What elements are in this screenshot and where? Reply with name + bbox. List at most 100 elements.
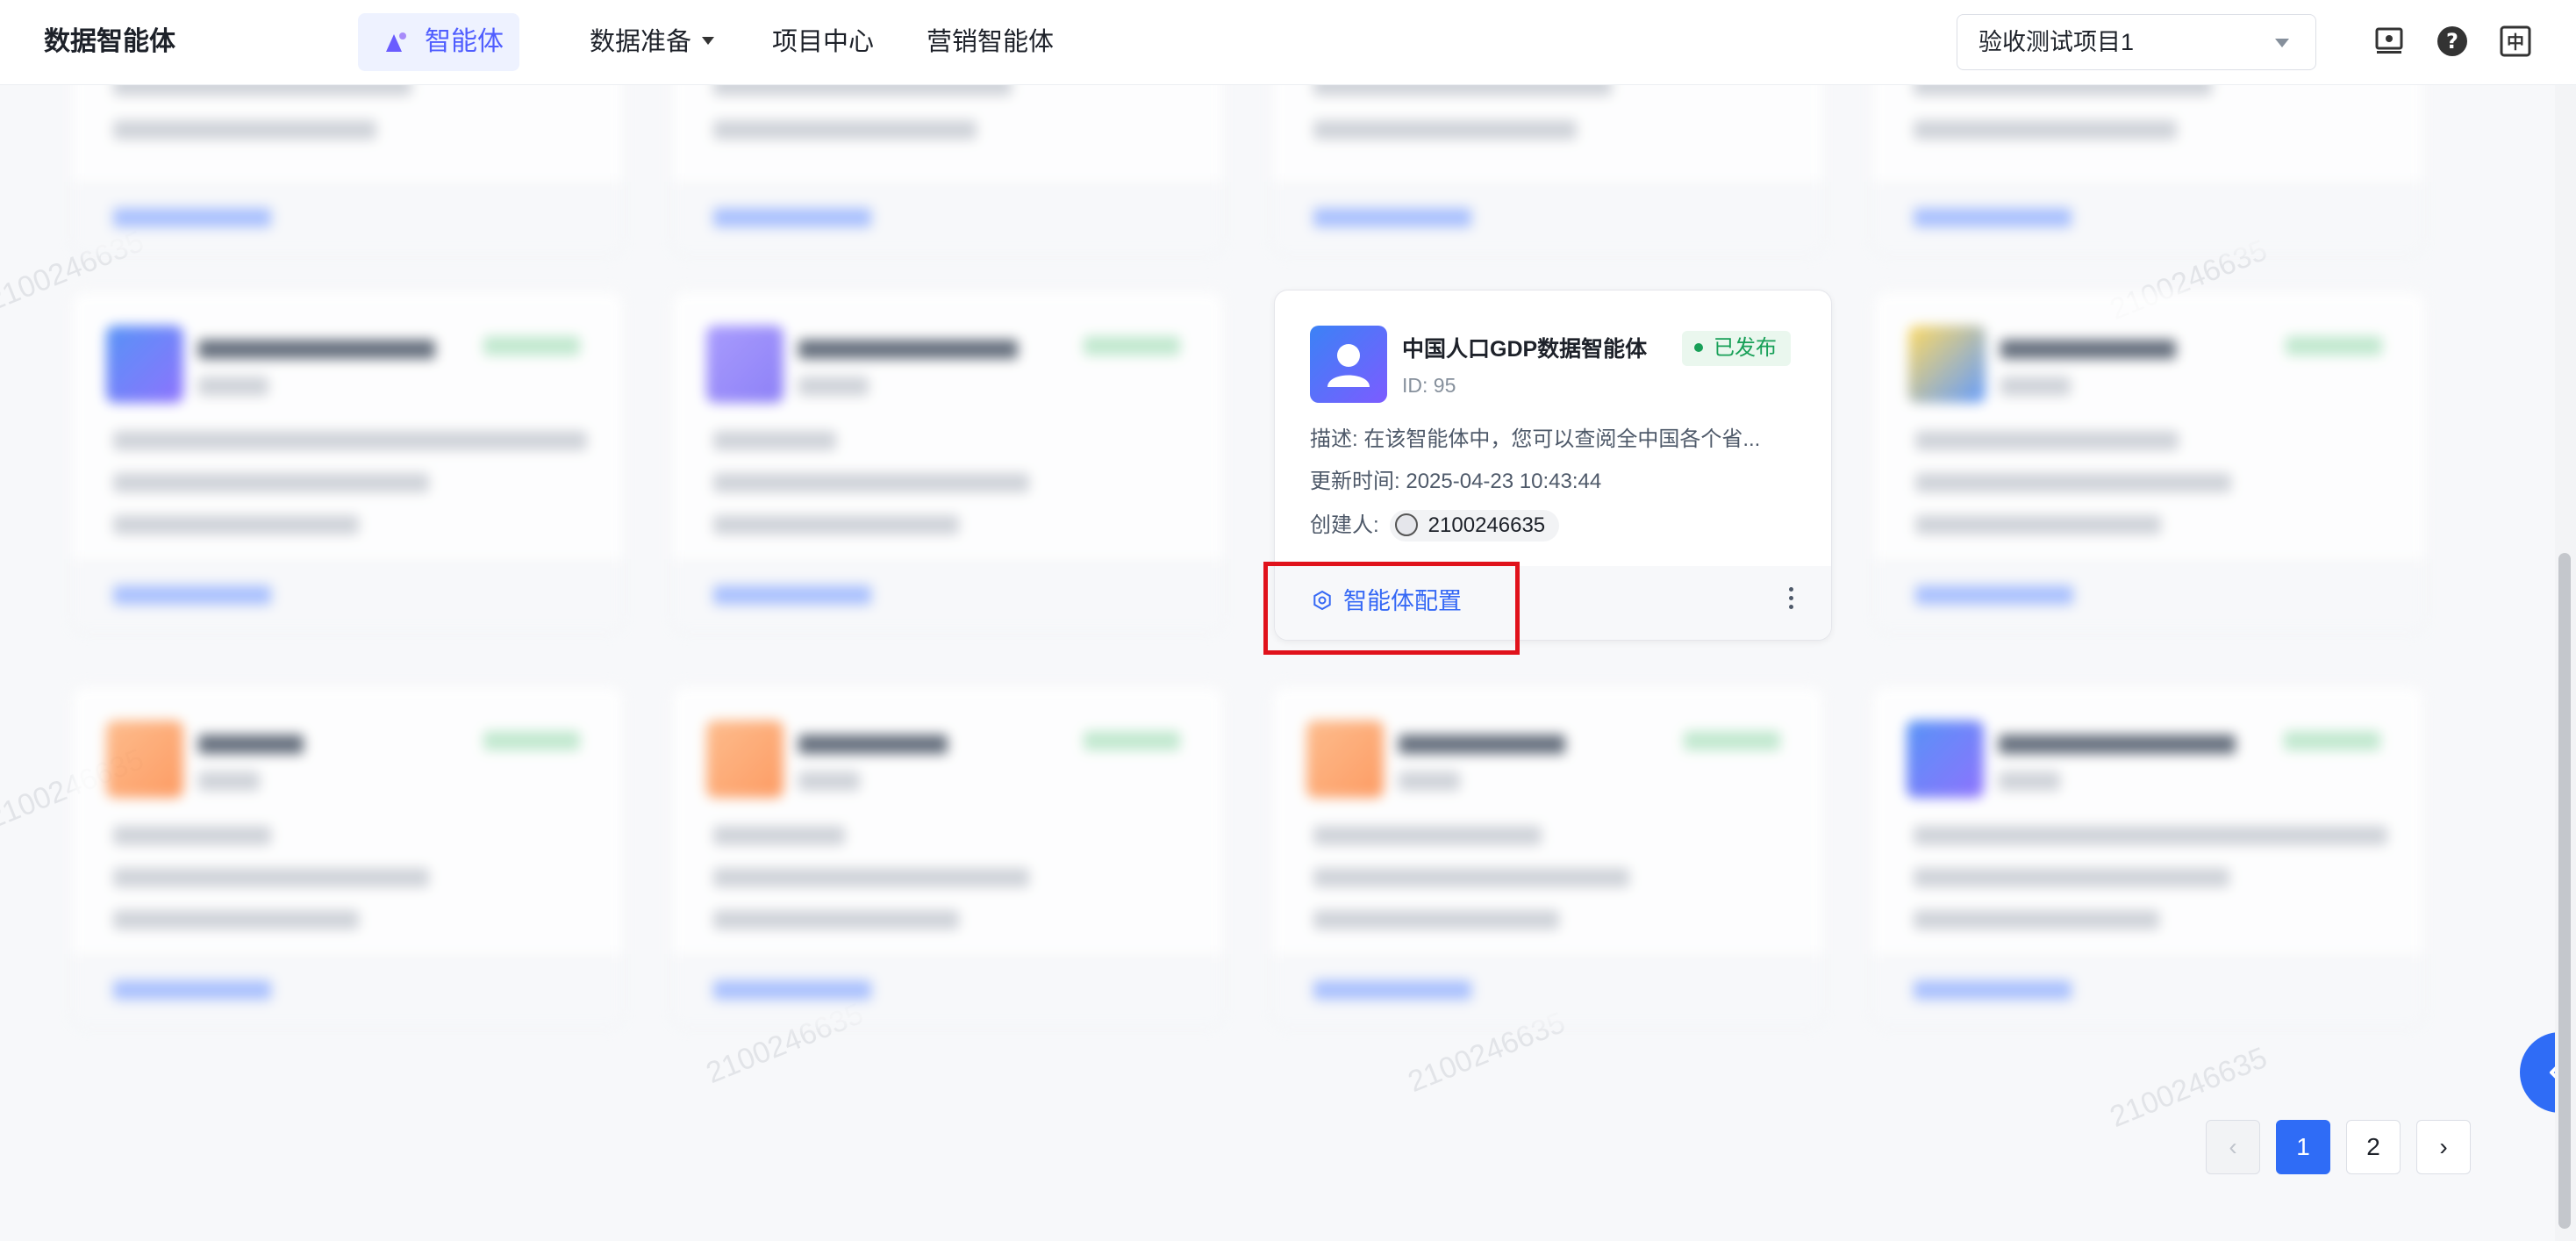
card-config-button[interactable]	[113, 980, 271, 1000]
chevron-down-icon	[2275, 39, 2289, 47]
card-creator-line	[713, 515, 959, 534]
monitor-settings-icon[interactable]	[2372, 25, 2406, 58]
card-config-button[interactable]	[1914, 980, 2072, 1000]
status-badge	[483, 731, 580, 750]
card-footer	[1873, 559, 2426, 633]
agent-avatar	[106, 721, 183, 798]
card-config-button[interactable]	[1914, 208, 2072, 227]
agent-card[interactable]	[670, 685, 1225, 1029]
agent-card[interactable]	[1270, 685, 1825, 1029]
card-title	[198, 735, 304, 754]
card-id	[198, 771, 260, 791]
user-silhouette-icon	[1327, 344, 1370, 387]
card-config-button[interactable]	[113, 585, 271, 605]
creator-label: 创建人:	[1310, 513, 1379, 537]
card-config-button[interactable]	[713, 980, 871, 1000]
card-creator-line	[1313, 120, 1577, 140]
updated-value: 2025-04-23 10:43:44	[1406, 470, 1602, 493]
pagination-prev-button[interactable]: ‹	[2206, 1120, 2260, 1174]
card-desc-line	[713, 826, 845, 845]
agent-avatar	[1310, 326, 1387, 403]
card-config-button[interactable]	[1313, 980, 1471, 1000]
status-badge	[2286, 336, 2382, 355]
card-creator-line	[113, 515, 359, 534]
pagination-page-1[interactable]: 1	[2276, 1120, 2330, 1174]
card-desc-line	[113, 826, 271, 845]
card-id	[2000, 377, 2071, 396]
card-creator-line	[113, 120, 376, 140]
card-config-button[interactable]	[1313, 208, 1471, 227]
agent-avatar	[1306, 721, 1384, 798]
status-badge	[483, 336, 580, 355]
agent-card[interactable]	[670, 290, 1225, 634]
status-badge	[1084, 731, 1180, 750]
card-title	[798, 340, 1018, 359]
card-creator-line	[1313, 910, 1559, 929]
card-desc-line	[113, 431, 587, 450]
card-updated-line	[1915, 473, 2231, 492]
card-title	[198, 340, 435, 359]
help-icon[interactable]: ?	[2436, 25, 2469, 58]
card-desc-line	[1313, 826, 1542, 845]
card-desc-line: 描述: 在该智能体中，您可以查阅全中国各个省...	[1310, 425, 1760, 455]
highlight-box	[1263, 562, 1520, 655]
nav-item-project-center[interactable]: 项目中心	[772, 25, 874, 60]
status-badge: 已发布	[1682, 331, 1791, 366]
card-creator-line	[713, 120, 977, 140]
nav-item-data-prep[interactable]: 数据准备	[590, 25, 715, 60]
updated-label: 更新时间:	[1310, 470, 1400, 493]
card-id	[1399, 771, 1460, 791]
more-options-icon[interactable]	[1789, 587, 1796, 613]
card-footer	[71, 182, 624, 255]
card-id	[798, 771, 860, 791]
app-brand-title: 数据智能体	[44, 27, 175, 56]
agent-icon	[386, 32, 406, 52]
agent-card[interactable]	[70, 685, 625, 1029]
card-config-button[interactable]	[113, 208, 271, 227]
agent-avatar	[1907, 721, 1984, 798]
card-creator-line	[1914, 910, 2159, 929]
card-id	[1999, 771, 2060, 791]
card-config-button[interactable]	[713, 208, 871, 227]
scrollbar-thumb[interactable]	[2558, 553, 2571, 1229]
card-title	[798, 735, 948, 754]
agent-avatar	[706, 721, 784, 798]
card-config-button[interactable]	[713, 585, 871, 605]
creator-avatar	[1394, 513, 1418, 536]
pagination-page-2[interactable]: 2	[2346, 1120, 2401, 1174]
card-creator-line: 创建人: 2100246635	[1310, 510, 1560, 542]
desc-value: 在该智能体中，您可以查阅全中国各个省...	[1363, 427, 1761, 451]
card-creator-line	[713, 910, 959, 929]
agent-card[interactable]	[1872, 290, 2427, 634]
creator-chip: 2100246635	[1389, 510, 1560, 542]
status-dot-icon	[1694, 342, 1703, 352]
status-badge	[1084, 336, 1180, 355]
status-badge	[1684, 731, 1780, 750]
card-footer	[71, 954, 624, 1028]
nav-item-agent-label: 智能体	[425, 27, 504, 56]
caret-down-icon	[702, 36, 715, 45]
card-config-button[interactable]	[1915, 585, 2073, 605]
agent-card[interactable]	[70, 290, 625, 634]
card-footer	[1271, 182, 1824, 255]
card-footer	[1871, 182, 2424, 255]
pagination-next-button[interactable]: ›	[2416, 1120, 2471, 1174]
nav-item-agent[interactable]: 智能体	[358, 13, 519, 71]
nav-item-marketing-agent[interactable]: 营销智能体	[927, 25, 1054, 60]
card-id	[198, 377, 268, 396]
agent-avatar	[706, 326, 784, 403]
language-switch-icon[interactable]: 中	[2499, 25, 2532, 58]
card-updated-line	[113, 473, 429, 492]
card-title	[1399, 735, 1565, 754]
desc-label: 描述:	[1310, 427, 1358, 451]
card-footer	[671, 954, 1224, 1028]
card-updated-line	[1313, 868, 1629, 887]
card-footer	[671, 182, 1224, 255]
card-creator-line	[1915, 515, 2161, 534]
card-desc-line	[1914, 826, 2387, 845]
project-select[interactable]: 验收测试项目1	[1957, 14, 2316, 70]
card-updated-line: 更新时间: 2025-04-23 10:43:44	[1310, 467, 1601, 497]
agent-card[interactable]	[1871, 685, 2425, 1029]
card-updated-line	[713, 868, 1029, 887]
card-creator-line	[113, 910, 359, 929]
